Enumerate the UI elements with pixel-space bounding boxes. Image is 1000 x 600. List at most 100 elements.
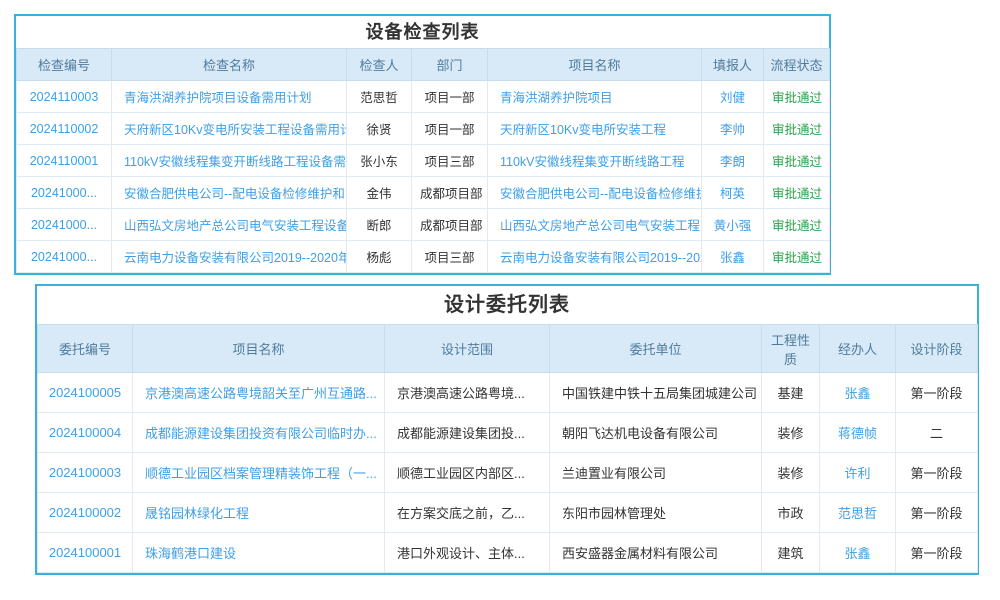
cell-inspection-id[interactable]: 2024110002 [30,122,99,136]
table-row: 2024110001 110kV安徽线程集变开断线路工程设备需... 张小东 项… [17,145,830,177]
cell-project-name[interactable]: 安徽合肥供电公司--配电设备检修维护... [500,187,702,201]
commission-table-title: 设计委托列表 [37,286,977,324]
cell-commission-id[interactable]: 2024100001 [49,545,121,560]
table-row: 20241000... 云南电力设备安装有限公司2019--2020年... 杨… [17,241,830,273]
column-header: 填报人 [702,49,764,81]
table-row: 20241000... 山西弘文房地产总公司电气安装工程设备... 断郎 成都项… [17,209,830,241]
cell-reporter[interactable]: 李帅 [720,123,745,137]
inspection-table-card: 设备检查列表 检查编号检查名称检查人部门项目名称填报人流程状态 20241100… [14,14,831,275]
cell-client-unit: 东阳市园林管理处 [550,493,762,533]
cell-reporter[interactable]: 黄小强 [714,219,752,233]
cell-project-name[interactable]: 天府新区10Kv变电所安装工程 [500,123,666,137]
cell-project-name[interactable]: 顺德工业园区档案管理精装饰工程（一... [145,466,377,481]
cell-department: 项目三部 [412,145,488,177]
cell-project-name[interactable]: 京港澳高速公路粤境韶关至广州互通路... [145,386,377,401]
cell-design-scope: 成都能源建设集团投... [385,413,550,453]
cell-agent[interactable]: 许利 [844,466,870,481]
cell-flow-status[interactable]: 审批通过 [772,155,822,169]
cell-inspection-name[interactable]: 山西弘文房地产总公司电气安装工程设备... [124,219,347,233]
cell-inspector: 徐贤 [347,113,412,145]
cell-inspector: 张小东 [347,145,412,177]
cell-project-type: 装修 [762,453,820,493]
cell-design-scope: 港口外观设计、主体... [385,533,550,573]
cell-reporter[interactable]: 刘健 [720,91,745,105]
cell-project-name[interactable]: 110kV安徽线程集变开断线路工程 [500,155,685,169]
cell-project-type: 装修 [762,413,820,453]
cell-design-stage: 第一阶段 [896,453,978,493]
cell-commission-id[interactable]: 2024100002 [49,505,121,520]
cell-department: 成都项目部 [412,209,488,241]
cell-agent[interactable]: 范思哲 [838,506,877,521]
cell-design-stage: 第一阶段 [896,373,978,413]
column-header: 委托单位 [550,325,762,373]
cell-project-name[interactable]: 云南电力设备安装有限公司2019--202... [500,251,702,265]
column-header: 检查人 [347,49,412,81]
column-header: 工程性质 [762,325,820,373]
cell-project-name[interactable]: 晟铭园林绿化工程 [145,506,249,521]
cell-agent[interactable]: 蒋德帧 [838,426,877,441]
table-row: 2024100001 珠海鹤港口建设 港口外观设计、主体... 西安盛器金属材料… [38,533,978,573]
table-row: 20241000... 安徽合肥供电公司--配电设备检修维护和... 金伟 成都… [17,177,830,209]
column-header: 流程状态 [764,49,830,81]
column-header: 设计范围 [385,325,550,373]
cell-flow-status[interactable]: 审批通过 [772,219,822,233]
cell-inspection-name[interactable]: 青海洪湖养护院项目设备需用计划 [124,91,312,105]
commission-table: 委托编号项目名称设计范围委托单位工程性质经办人设计阶段 2024100005 京… [37,324,978,573]
column-header: 经办人 [820,325,896,373]
cell-commission-id[interactable]: 2024100004 [49,425,121,440]
table-row: 2024100003 顺德工业园区档案管理精装饰工程（一... 顺德工业园区内部… [38,453,978,493]
column-header: 项目名称 [133,325,385,373]
commission-table-card: 设计委托列表 委托编号项目名称设计范围委托单位工程性质经办人设计阶段 20241… [35,284,979,575]
inspection-table: 检查编号检查名称检查人部门项目名称填报人流程状态 2024110003 青海洪湖… [16,48,830,273]
cell-inspection-id[interactable]: 20241000... [31,218,97,232]
cell-commission-id[interactable]: 2024100005 [49,385,121,400]
table-row: 2024110003 青海洪湖养护院项目设备需用计划 范思哲 项目一部 青海洪湖… [17,81,830,113]
cell-inspection-id[interactable]: 20241000... [31,250,97,264]
cell-client-unit: 中国铁建中铁十五局集团城建公司 [550,373,762,413]
cell-inspector: 断郎 [347,209,412,241]
cell-design-stage: 第一阶段 [896,533,978,573]
cell-department: 项目一部 [412,113,488,145]
table-row: 2024110002 天府新区10Kv变电所安装工程设备需用计划 徐贤 项目一部… [17,113,830,145]
cell-inspection-id[interactable]: 2024110001 [30,154,99,168]
cell-inspection-name[interactable]: 安徽合肥供电公司--配电设备检修维护和... [124,187,347,201]
cell-agent[interactable]: 张鑫 [844,386,870,401]
cell-design-scope: 京港澳高速公路粤境... [385,373,550,413]
cell-flow-status[interactable]: 审批通过 [772,251,822,265]
cell-design-stage: 二 [896,413,978,453]
table-row: 2024100005 京港澳高速公路粤境韶关至广州互通路... 京港澳高速公路粤… [38,373,978,413]
cell-department: 项目一部 [412,81,488,113]
cell-commission-id[interactable]: 2024100003 [49,465,121,480]
cell-reporter[interactable]: 柯英 [720,187,745,201]
cell-reporter[interactable]: 李朗 [720,155,745,169]
inspection-header-row: 检查编号检查名称检查人部门项目名称填报人流程状态 [17,49,830,81]
cell-inspection-name[interactable]: 110kV安徽线程集变开断线路工程设备需... [124,155,347,169]
inspection-table-title: 设备检查列表 [16,16,829,48]
cell-flow-status[interactable]: 审批通过 [772,187,822,201]
cell-design-scope: 在方案交底之前，乙... [385,493,550,533]
cell-inspection-id[interactable]: 20241000... [31,186,97,200]
cell-inspection-name[interactable]: 天府新区10Kv变电所安装工程设备需用计划 [124,123,347,137]
cell-project-name[interactable]: 成都能源建设集团投资有限公司临时办... [145,426,377,441]
cell-inspector: 杨彪 [347,241,412,273]
cell-design-scope: 顺德工业园区内部区... [385,453,550,493]
cell-flow-status[interactable]: 审批通过 [772,91,822,105]
cell-client-unit: 朝阳飞达机电设备有限公司 [550,413,762,453]
cell-project-name[interactable]: 珠海鹤港口建设 [145,546,236,561]
column-header: 设计阶段 [896,325,978,373]
column-header: 检查编号 [17,49,112,81]
cell-client-unit: 兰迪置业有限公司 [550,453,762,493]
cell-inspector: 范思哲 [347,81,412,113]
cell-agent[interactable]: 张鑫 [844,546,870,561]
cell-department: 成都项目部 [412,177,488,209]
cell-project-name[interactable]: 青海洪湖养护院项目 [500,91,613,105]
cell-flow-status[interactable]: 审批通过 [772,123,822,137]
table-row: 2024100004 成都能源建设集团投资有限公司临时办... 成都能源建设集团… [38,413,978,453]
cell-reporter[interactable]: 张鑫 [720,251,745,265]
cell-inspection-id[interactable]: 2024110003 [30,90,99,104]
cell-inspection-name[interactable]: 云南电力设备安装有限公司2019--2020年... [124,251,347,265]
column-header: 部门 [412,49,488,81]
table-row: 2024100002 晟铭园林绿化工程 在方案交底之前，乙... 东阳市园林管理… [38,493,978,533]
cell-inspector: 金伟 [347,177,412,209]
cell-project-name[interactable]: 山西弘文房地产总公司电气安装工程 [500,219,700,233]
